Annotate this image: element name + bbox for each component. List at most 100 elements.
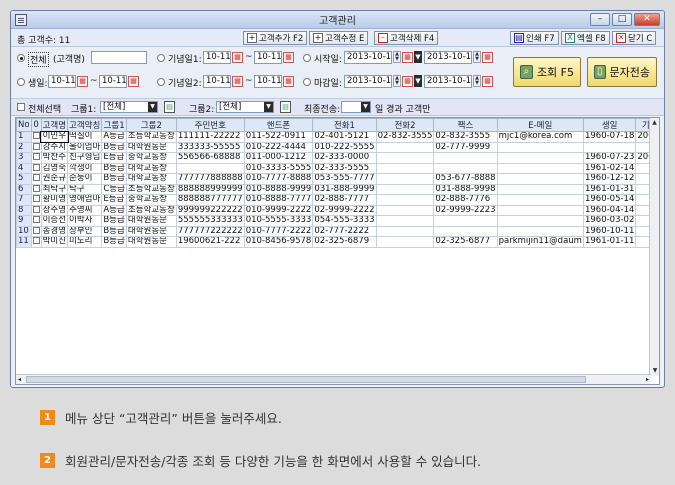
cell[interactable]: 초등학교동창	[125, 204, 177, 216]
cell[interactable]: 김영숙	[40, 162, 69, 174]
cell[interactable]: 777777888888	[175, 173, 245, 185]
horizontal-scrollbar[interactable]: ◂ ▸	[16, 374, 651, 384]
add-customer-button[interactable]: + 고객추가 F2	[243, 31, 308, 45]
calendar-icon[interactable]: ▦	[77, 76, 88, 87]
cell[interactable]	[433, 215, 498, 227]
checkbox[interactable]	[32, 142, 40, 150]
cell[interactable]: 02-325-6877	[433, 236, 498, 248]
cell[interactable]: 02-9999-2223	[433, 204, 498, 216]
cell[interactable]: 황미영	[40, 194, 69, 206]
cell[interactable]: B등급	[101, 215, 127, 227]
cell[interactable]	[375, 162, 435, 174]
cell[interactable]: A등급	[101, 131, 127, 143]
scroll-up-icon[interactable]: ▲	[650, 118, 659, 128]
checkbox[interactable]	[32, 153, 40, 161]
checkbox[interactable]	[32, 174, 40, 182]
cell[interactable]	[375, 236, 435, 248]
calendar-icon[interactable]: ▦	[402, 76, 413, 87]
row-checkbox[interactable]	[30, 131, 42, 143]
cell[interactable]	[496, 194, 584, 206]
calendar-icon[interactable]: ▦	[283, 52, 294, 63]
row-number[interactable]: 1	[16, 131, 32, 143]
cell[interactable]: 888888999999	[175, 183, 245, 195]
row-checkbox[interactable]	[30, 236, 42, 248]
table-row[interactable]: 8 장주영 주영씨 A등급 초등학교동창 999999222222 010-9999-222…	[16, 204, 659, 216]
cell[interactable]	[375, 204, 435, 216]
cell[interactable]: 이박사	[67, 215, 103, 227]
column-header[interactable]: 그룹1	[101, 118, 127, 132]
cell[interactable]: B등급	[101, 173, 127, 185]
cell[interactable]: B등급	[101, 225, 127, 237]
cell[interactable]: 19600621-222	[175, 236, 245, 248]
cell[interactable]: 777777222222	[175, 225, 245, 237]
cell[interactable]: 1960-04-14	[582, 204, 637, 216]
cell[interactable]: 초등학교동창	[125, 183, 177, 195]
cell[interactable]	[496, 141, 584, 153]
cell[interactable]: 1960-12-12	[582, 173, 637, 185]
table-row[interactable]: 3 박찬수 친구형님 E등급 중학교동창 556566-68888 011-000-1212…	[16, 152, 659, 164]
column-header[interactable]: 0	[30, 118, 42, 132]
cell[interactable]: 1960-05-14	[582, 194, 637, 206]
cell[interactable]	[496, 204, 584, 216]
cell[interactable]: 이민우	[40, 130, 69, 143]
delete-customer-button[interactable]: – 고객삭제 F4	[374, 31, 439, 45]
cell[interactable]: 111111-22222	[175, 131, 245, 143]
excel-button[interactable]: X 엑셀 F8	[561, 31, 610, 45]
scroll-thumb[interactable]	[26, 376, 586, 383]
cell[interactable]: 010-8888-7777	[243, 194, 314, 206]
cell[interactable]: 1961-01-11	[582, 236, 637, 248]
cell[interactable]: 1960-07-23	[582, 152, 637, 164]
close-window-button[interactable]: ✕	[634, 13, 660, 26]
cell[interactable]: 미도리	[67, 236, 103, 248]
select-all-checkbox[interactable]	[17, 103, 25, 111]
cell[interactable]: 031-888-9999	[312, 183, 377, 195]
cell[interactable]: mjc1@korea.com	[496, 131, 584, 143]
cell[interactable]: C등급	[101, 183, 127, 195]
cell[interactable]	[375, 215, 435, 227]
row-number[interactable]: 6	[16, 183, 32, 195]
column-header[interactable]: E-메일	[496, 118, 584, 132]
row-checkbox[interactable]	[30, 215, 42, 227]
anniv1-radio[interactable]	[157, 54, 165, 62]
cell[interactable]: 010-9999-2222	[243, 204, 314, 216]
cell[interactable]: 1961-01-31	[582, 183, 637, 195]
cell[interactable]	[496, 225, 584, 237]
cell[interactable]	[175, 162, 245, 174]
close-button[interactable]: ✕ 닫기 C	[612, 31, 657, 45]
end-date2-input[interactable]: 2013-10-11	[424, 75, 472, 88]
column-header[interactable]: 고객명	[40, 118, 69, 132]
cell[interactable]	[496, 215, 584, 227]
table-row[interactable]: 6 최탁구 탁구 C등급 초등학교동창 888888999999 010-8888-9999…	[16, 183, 659, 195]
cell[interactable]: 대학원동문	[125, 141, 177, 153]
cell[interactable]: 1960-10-11	[582, 225, 637, 237]
cell[interactable]: 02-9999-2222	[312, 204, 377, 216]
table-row[interactable]: 11 박미진 미도리 B등급 대학원동문 19600621-222 010-8456-957…	[16, 236, 659, 248]
cell[interactable]: 011-000-1212	[243, 152, 314, 164]
start-date-input[interactable]: 2013-10-11	[344, 51, 392, 64]
cell[interactable]: 최탁구	[40, 183, 69, 195]
spinner[interactable]: ▲ ▼	[393, 51, 401, 63]
cell[interactable]: 02-888-7777	[312, 194, 377, 206]
cell[interactable]: 02-401-5121	[312, 131, 377, 143]
column-header[interactable]: 팩스	[433, 118, 498, 132]
cell[interactable]: 556566-68888	[175, 152, 245, 164]
last-sent-select[interactable]	[341, 101, 371, 113]
calendar-icon[interactable]: ▦	[402, 52, 413, 63]
anniv1-from-input[interactable]: 10-11	[203, 51, 231, 64]
cell[interactable]: parkmijin11@daum	[496, 236, 584, 248]
excel-icon[interactable]: ▤	[280, 101, 291, 113]
row-checkbox[interactable]	[30, 204, 42, 216]
table-row[interactable]: 4 김영숙 깍쟁이 B등급 대학교동창 010-3333-5555 02-333-5555 1…	[16, 162, 659, 174]
chevron-down-icon[interactable]: ▼	[414, 75, 422, 87]
column-header[interactable]: No	[16, 118, 32, 132]
cell[interactable]: 깍쟁이	[67, 162, 103, 174]
end-date-input[interactable]: 2013-10-11	[344, 75, 392, 88]
name-mode[interactable]: 전체	[28, 52, 49, 67]
end-radio[interactable]	[303, 78, 311, 86]
birth-radio[interactable]	[17, 78, 25, 86]
group2-select[interactable]: [전체]	[216, 101, 274, 113]
cell[interactable]: B등급	[101, 162, 127, 174]
cell[interactable]	[433, 225, 498, 237]
calendar-icon[interactable]: ▦	[283, 76, 294, 87]
row-number[interactable]: 2	[16, 141, 32, 153]
